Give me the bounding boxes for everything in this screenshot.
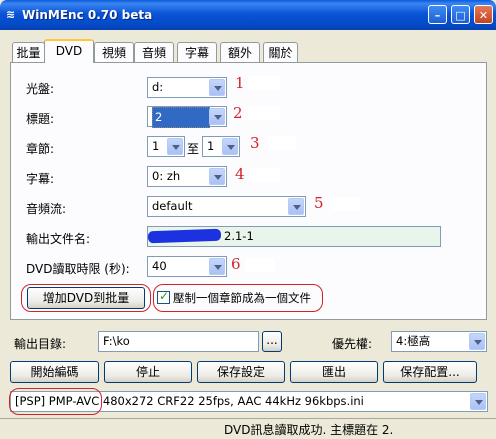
compress-label[interactable]: 壓制一個章節成為一個文件	[173, 290, 311, 306]
chevron-down-icon[interactable]	[470, 393, 486, 410]
compress-checkbox[interactable]: ✓	[157, 289, 170, 304]
export-button[interactable]: 匯出	[290, 361, 378, 383]
tab-audio[interactable]: 音頻	[134, 42, 174, 62]
chevron-down-icon[interactable]	[209, 168, 225, 185]
redaction-blot	[250, 168, 280, 182]
audio-label: 音頻流:	[26, 202, 67, 216]
chevron-down-icon[interactable]	[209, 108, 225, 125]
check-icon: ✓	[159, 289, 170, 303]
chapter-label: 章節:	[26, 142, 55, 156]
title-value: 2	[152, 107, 210, 128]
chevron-down-icon[interactable]	[209, 258, 225, 275]
outfile-label: 輸出文件名:	[26, 232, 91, 246]
minimize-icon[interactable]: –	[428, 5, 447, 24]
priority-select[interactable]: 4:極高	[391, 331, 487, 352]
status-divider	[0, 418, 496, 419]
browse-button[interactable]: ...	[262, 331, 282, 352]
tab-video[interactable]: 視頻	[94, 42, 134, 62]
app-icon[interactable]: ≋	[6, 8, 18, 22]
tab-dvd[interactable]: DVD	[44, 39, 94, 63]
subtitle-value: 0: zh	[152, 169, 181, 183]
window-title: WinMEnc 0.70 beta	[22, 8, 153, 22]
annotation-3: 3	[250, 134, 260, 152]
priority-value: 4:極高	[396, 334, 431, 348]
outfile-value: 2.1-1	[224, 229, 254, 243]
add-dvd-to-batch-button[interactable]: 增加DVD到批量	[27, 287, 145, 309]
chevron-down-icon[interactable]	[469, 333, 485, 350]
annotation-5: 5	[314, 194, 324, 212]
annotation-6: 6	[231, 255, 241, 273]
timeout-select[interactable]: 40	[147, 256, 227, 277]
disc-value: d:	[152, 80, 164, 94]
priority-label: 優先權:	[332, 337, 373, 351]
status-text: DVD訊息讀取成功. 主標題在 2.	[224, 423, 394, 437]
tab-subtitle[interactable]: 字幕	[177, 42, 217, 62]
redaction-blot	[266, 136, 296, 150]
save-config-button[interactable]: 保存配置...	[383, 361, 477, 383]
redaction-blot	[248, 76, 280, 90]
chapter-to-value: 1	[207, 139, 215, 153]
chevron-down-icon[interactable]	[288, 198, 304, 215]
redaction-scribble	[147, 228, 222, 244]
audio-select[interactable]: default	[147, 196, 306, 217]
subtitle-label: 字幕:	[26, 172, 55, 186]
timeout-label: DVD讀取時限 (秒):	[26, 262, 130, 276]
disc-select[interactable]: d:	[147, 77, 227, 98]
redaction-blot	[245, 258, 275, 272]
output-dir-field[interactable]: F:\ko	[98, 331, 259, 352]
dvd-panel	[10, 62, 487, 320]
chevron-down-icon[interactable]	[209, 79, 225, 96]
save-settings-button[interactable]: 保存設定	[197, 361, 285, 383]
chevron-down-icon[interactable]	[167, 138, 183, 155]
annotation-2: 2	[233, 104, 243, 122]
redaction-blot	[248, 106, 280, 120]
subtitle-select[interactable]: 0: zh	[147, 166, 227, 187]
output-dir-label: 輸出目錄:	[14, 337, 67, 351]
chapter-to-select[interactable]: 1	[202, 136, 240, 157]
outfile-field[interactable]: 2.1-1	[147, 226, 441, 247]
stop-button[interactable]: 停止	[104, 361, 192, 383]
disc-label: 光盤:	[26, 82, 55, 96]
chapter-from-select[interactable]: 1	[147, 136, 185, 157]
timeout-value: 40	[152, 259, 167, 273]
close-icon[interactable]: ✕	[474, 5, 493, 24]
start-encoding-button[interactable]: 開始編碼	[10, 361, 99, 383]
annotation-oval	[9, 388, 102, 415]
chevron-down-icon[interactable]	[222, 138, 238, 155]
annotation-4: 4	[235, 165, 245, 183]
annotation-1: 1	[235, 74, 245, 92]
title-label: 標題:	[26, 112, 55, 126]
maximize-icon[interactable]: □	[451, 5, 470, 24]
title-select[interactable]: 2	[147, 106, 227, 128]
chapter-from-value: 1	[152, 139, 160, 153]
audio-value: default	[152, 199, 193, 213]
tab-about[interactable]: 關於	[263, 42, 298, 62]
tab-extra[interactable]: 額外	[220, 42, 260, 62]
output-dir-value: F:\ko	[103, 334, 130, 348]
chapter-to-label: 至	[187, 142, 200, 156]
tab-batch[interactable]: 批量	[12, 42, 45, 62]
redaction-blot	[330, 197, 360, 211]
